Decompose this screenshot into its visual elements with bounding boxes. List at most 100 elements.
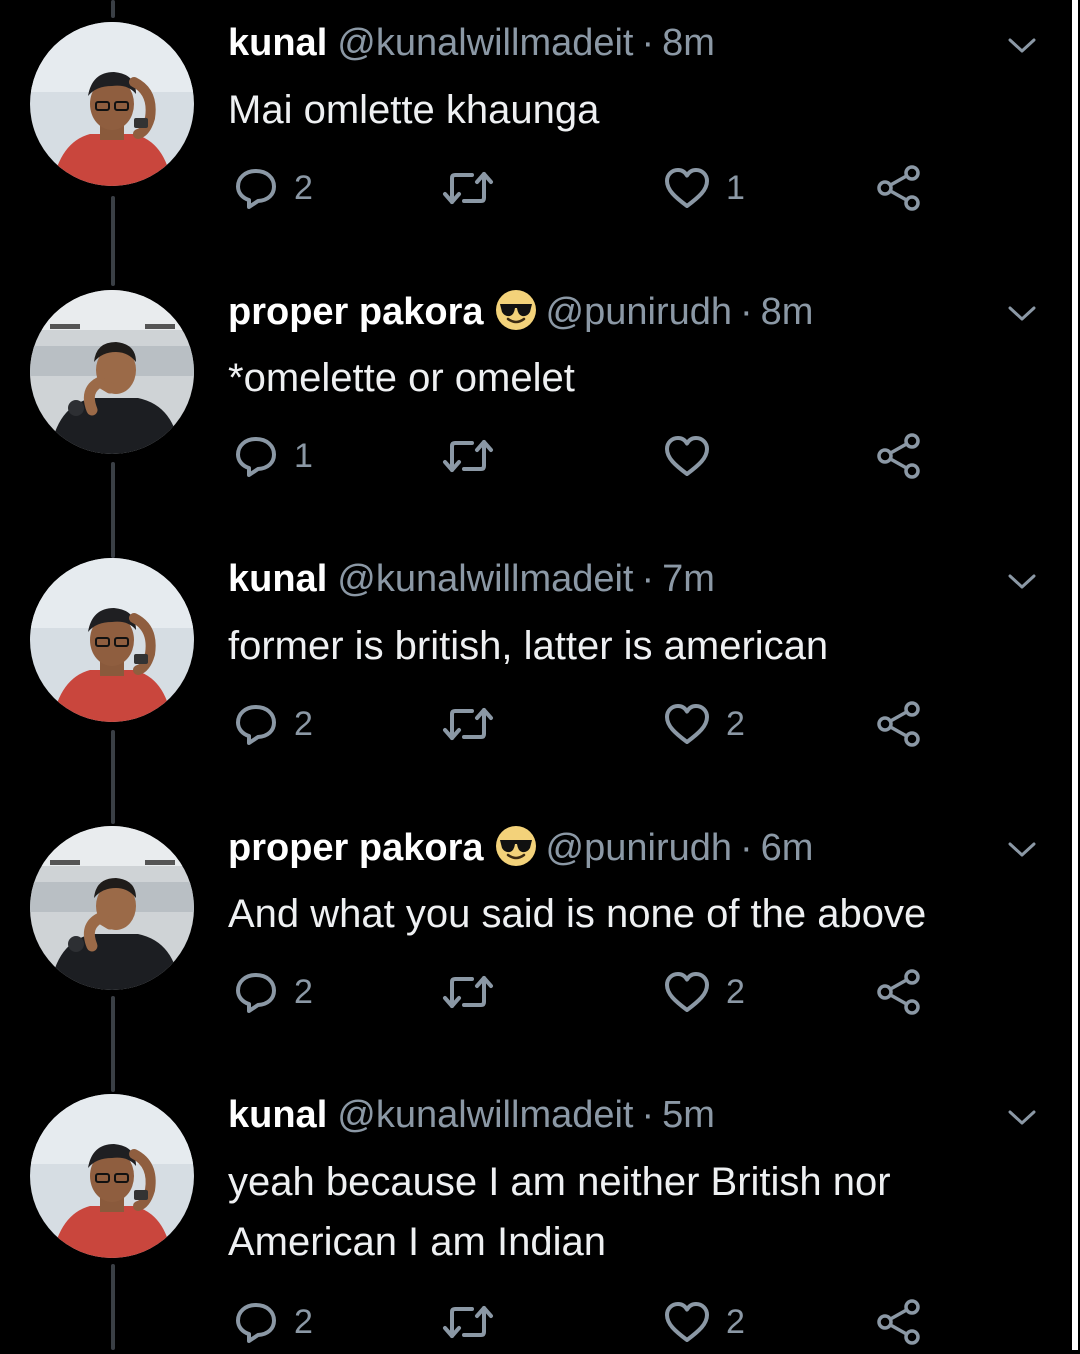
- share-button[interactable]: [874, 160, 926, 216]
- tweet[interactable]: kunal @kunalwillmadeit · 7m former is briti…: [0, 536, 1072, 804]
- like-icon: [662, 1298, 712, 1346]
- reply-button[interactable]: 2: [232, 1294, 313, 1350]
- separator-dot: ·: [740, 291, 753, 333]
- tweet[interactable]: proper pakora @punirudh · 8m *omelette or o…: [0, 268, 1072, 536]
- retweet-button[interactable]: [440, 696, 510, 752]
- timestamp[interactable]: 8m: [761, 291, 814, 333]
- retweet-icon: [440, 1298, 496, 1346]
- retweet-button[interactable]: [440, 160, 510, 216]
- pakora-avatar[interactable]: [30, 826, 194, 990]
- reply-button[interactable]: 2: [232, 160, 313, 216]
- kunal-avatar[interactable]: [30, 1094, 194, 1258]
- reply-icon: [232, 164, 280, 212]
- reply-count: 2: [294, 1302, 313, 1341]
- tweet-actions: 2 2: [228, 696, 988, 756]
- share-button[interactable]: [874, 964, 926, 1020]
- reply-count: 2: [294, 972, 313, 1011]
- like-button[interactable]: 2: [662, 1294, 745, 1350]
- like-button[interactable]: 2: [662, 964, 745, 1020]
- tweet-header: proper pakora @punirudh · 6m: [228, 824, 813, 871]
- tweet-header: proper pakora @punirudh · 8m: [228, 288, 813, 335]
- like-button[interactable]: 2: [662, 696, 745, 752]
- reply-count: 2: [294, 168, 313, 207]
- retweet-icon: [440, 968, 496, 1016]
- retweet-icon: [440, 432, 496, 480]
- tweet-actions: 1: [228, 428, 988, 488]
- user-handle[interactable]: @punirudh: [546, 291, 732, 333]
- kunal-avatar[interactable]: [30, 22, 194, 186]
- like-count: 1: [726, 168, 745, 207]
- sunglasses-emoji-icon: [494, 824, 538, 868]
- tweet-header: kunal @kunalwillmadeit · 8m: [228, 20, 715, 66]
- tweet-text: former is british, latter is american: [228, 624, 829, 668]
- reply-button[interactable]: 2: [232, 964, 313, 1020]
- like-icon: [662, 700, 712, 748]
- caret-down-icon[interactable]: [1002, 298, 1042, 328]
- like-count: 2: [726, 972, 745, 1011]
- tweet[interactable]: kunal @kunalwillmadeit · 5m yeah because I …: [0, 1072, 1072, 1345]
- user-handle[interactable]: @kunalwillmadeit: [337, 558, 633, 600]
- share-icon: [874, 967, 926, 1017]
- display-name[interactable]: kunal: [228, 22, 327, 64]
- tweet-text: Mai omlette khaunga: [228, 88, 600, 132]
- like-count: 2: [726, 1302, 745, 1341]
- pakora-avatar[interactable]: [30, 290, 194, 454]
- tweet-text: And what you said is none of the above: [228, 892, 927, 936]
- tweet[interactable]: proper pakora @punirudh · 6m And what you s…: [0, 804, 1072, 1072]
- user-handle[interactable]: @punirudh: [546, 827, 732, 869]
- tweet-actions: 2 2: [228, 1294, 988, 1354]
- share-button[interactable]: [874, 1294, 926, 1350]
- separator-dot: ·: [641, 22, 655, 64]
- separator-dot: ·: [740, 827, 753, 869]
- separator-dot: ·: [641, 558, 655, 600]
- tweet-text: yeah because I am neither British nor Am…: [228, 1160, 891, 1264]
- reply-count: 2: [294, 704, 313, 743]
- user-handle[interactable]: @kunalwillmadeit: [337, 1094, 633, 1136]
- share-button[interactable]: [874, 428, 926, 484]
- reply-icon: [232, 1298, 280, 1346]
- share-icon: [874, 1297, 926, 1347]
- retweet-button[interactable]: [440, 964, 510, 1020]
- timestamp[interactable]: 7m: [662, 558, 715, 600]
- caret-down-icon[interactable]: [1002, 1102, 1042, 1132]
- share-icon: [874, 699, 926, 749]
- timestamp[interactable]: 8m: [662, 22, 715, 64]
- like-count: 2: [726, 704, 745, 743]
- retweet-button[interactable]: [440, 1294, 510, 1350]
- reply-button[interactable]: 1: [232, 428, 313, 484]
- display-name[interactable]: proper pakora: [228, 827, 484, 869]
- retweet-icon: [440, 700, 496, 748]
- like-icon: [662, 164, 712, 212]
- caret-down-icon[interactable]: [1002, 30, 1042, 60]
- tweet-header: kunal @kunalwillmadeit · 7m: [228, 556, 715, 602]
- reply-icon: [232, 700, 280, 748]
- display-name[interactable]: kunal: [228, 1094, 327, 1136]
- tweet-header: kunal @kunalwillmadeit · 5m: [228, 1092, 715, 1138]
- separator-dot: ·: [641, 1094, 655, 1136]
- reply-count: 1: [294, 436, 313, 475]
- display-name[interactable]: kunal: [228, 558, 327, 600]
- sunglasses-emoji-icon: [494, 288, 538, 332]
- share-button[interactable]: [874, 696, 926, 752]
- retweet-icon: [440, 164, 496, 212]
- retweet-button[interactable]: [440, 428, 510, 484]
- reply-icon: [232, 432, 280, 480]
- share-icon: [874, 163, 926, 213]
- like-button[interactable]: 1: [662, 160, 745, 216]
- timestamp[interactable]: 5m: [662, 1094, 715, 1136]
- reply-button[interactable]: 2: [232, 696, 313, 752]
- like-button[interactable]: [662, 428, 726, 484]
- like-icon: [662, 968, 712, 1016]
- share-icon: [874, 431, 926, 481]
- display-name[interactable]: proper pakora: [228, 291, 484, 333]
- caret-down-icon[interactable]: [1002, 834, 1042, 864]
- tweet[interactable]: kunal @kunalwillmadeit · 8m Mai omlette kha…: [0, 0, 1072, 268]
- user-handle[interactable]: @kunalwillmadeit: [337, 22, 633, 64]
- like-icon: [662, 432, 712, 480]
- kunal-avatar[interactable]: [30, 558, 194, 722]
- tweet-actions: 2 2: [228, 964, 988, 1024]
- timestamp[interactable]: 6m: [761, 827, 814, 869]
- tweet-actions: 2 1: [228, 160, 988, 220]
- caret-down-icon[interactable]: [1002, 566, 1042, 596]
- tweet-text: *omelette or omelet: [228, 356, 575, 400]
